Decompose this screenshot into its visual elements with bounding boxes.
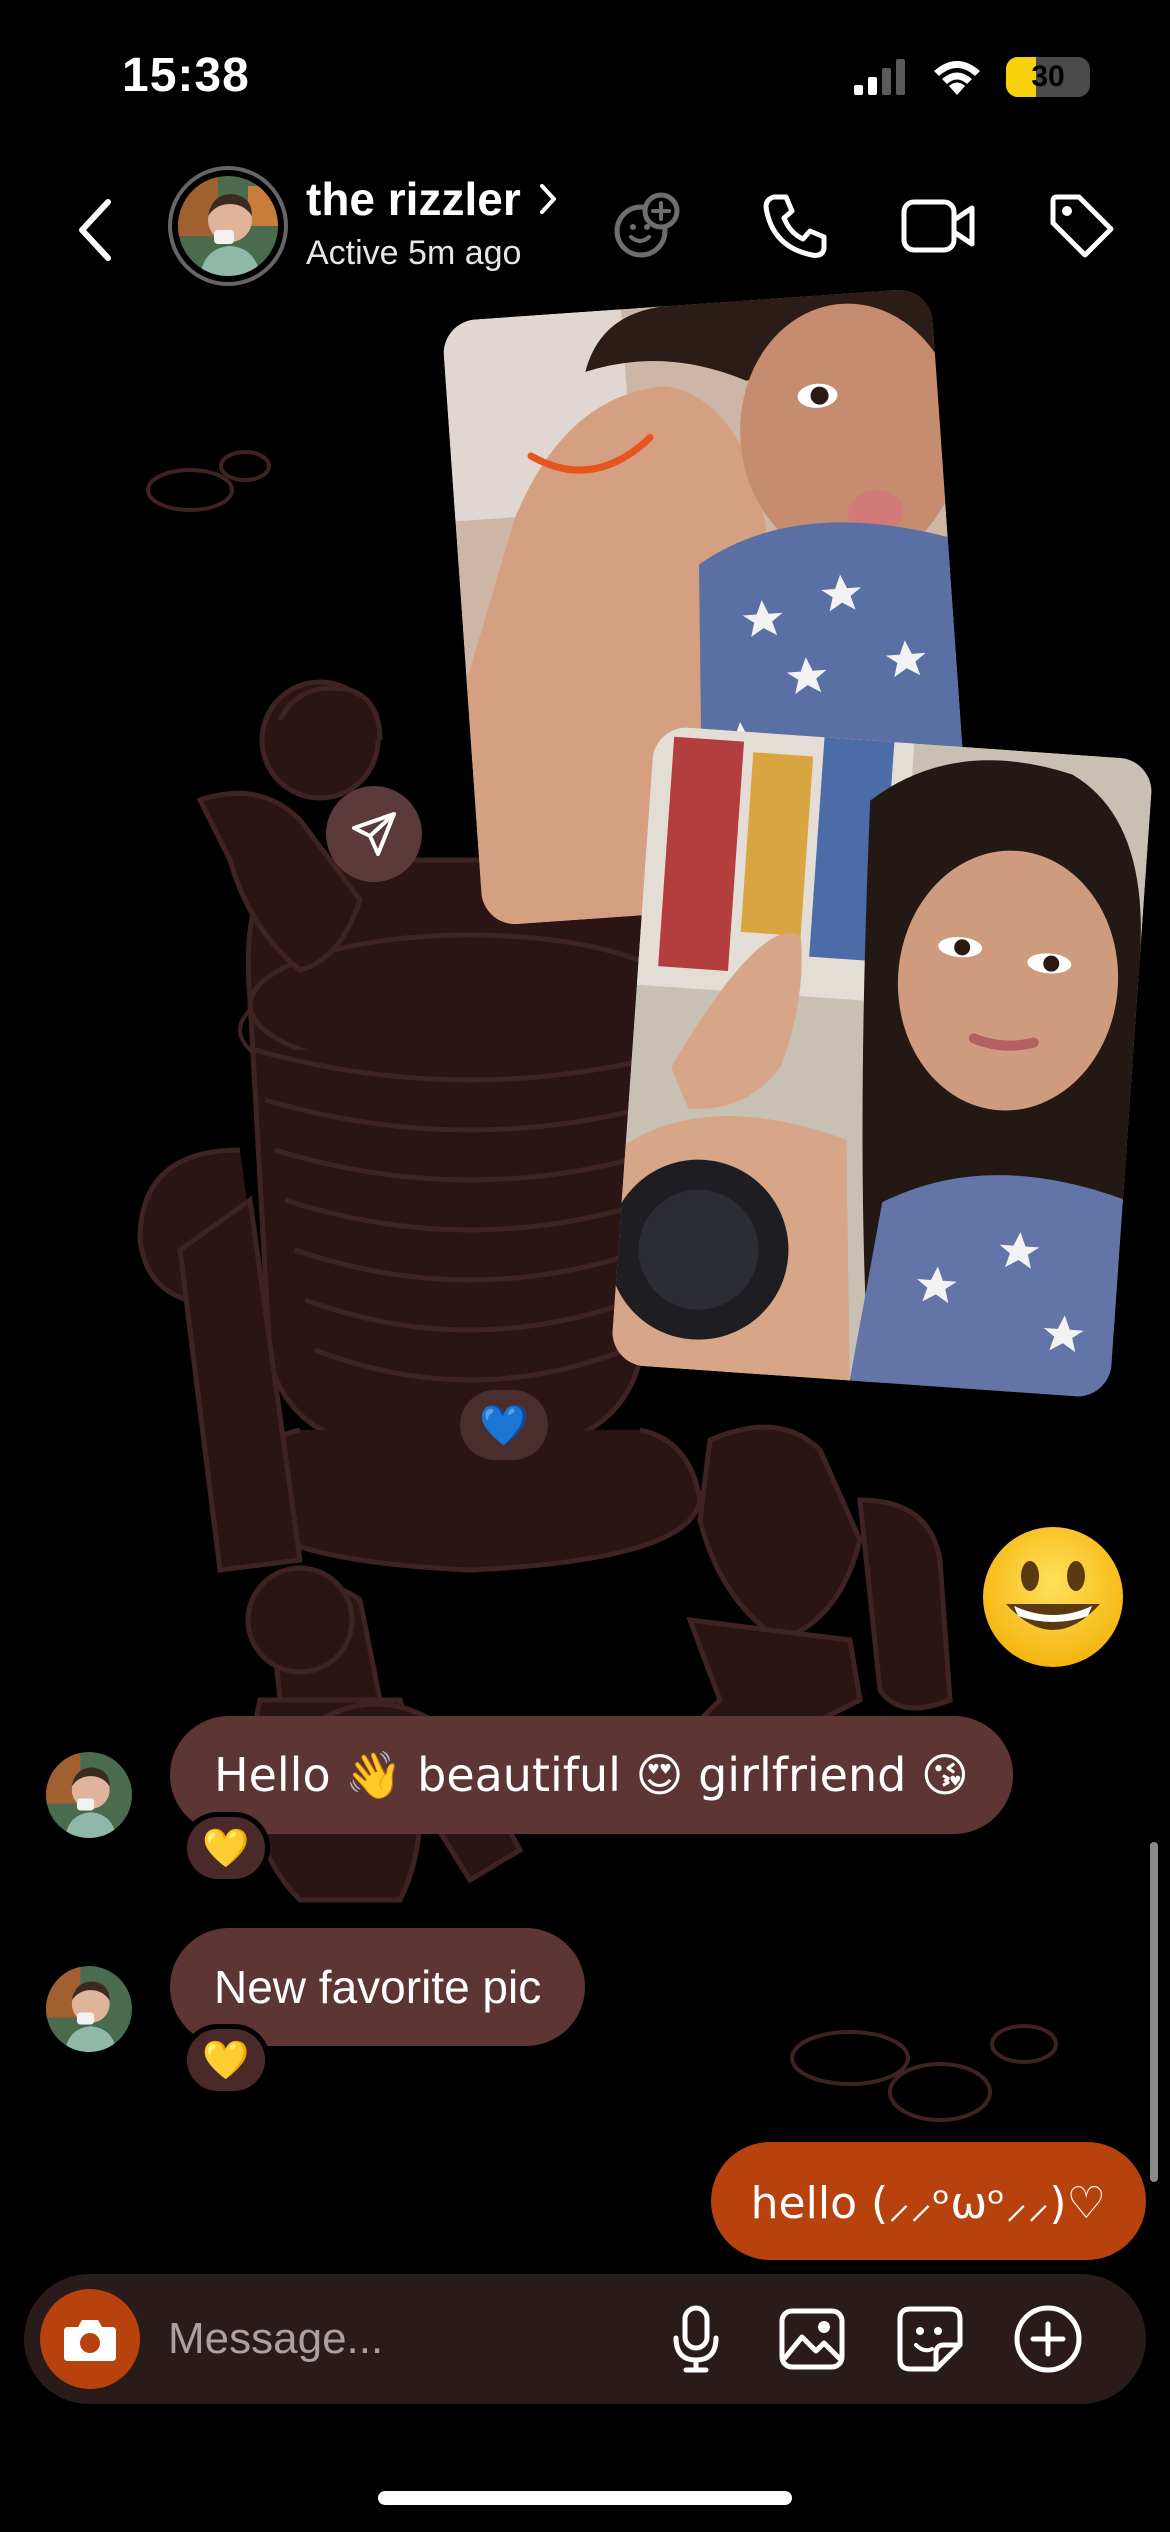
message-text: New favorite pic xyxy=(214,1961,542,2013)
more-options-button[interactable] xyxy=(1008,2299,1088,2379)
message-bubble-outgoing[interactable]: hello (⸝⸝ᵒωᵒ⸝⸝)♡ xyxy=(710,2142,1146,2260)
tag-button[interactable] xyxy=(1042,186,1122,266)
message-bubble[interactable]: Hello 👋 beautiful 😍 girlfriend 😘 xyxy=(170,1716,1013,1834)
contact-name[interactable]: the rizzler xyxy=(306,172,557,226)
message-reaction[interactable]: 💛 xyxy=(182,1812,270,1884)
contact-avatar[interactable] xyxy=(168,166,288,286)
voice-message-button[interactable] xyxy=(656,2299,736,2379)
contact-name-text: the rizzler xyxy=(306,173,521,225)
yellow-heart-emoji: 💛 xyxy=(202,1825,250,1870)
chat-header: the rizzler Active 5m ago xyxy=(0,150,1170,300)
yellow-heart-emoji: 💛 xyxy=(202,2037,250,2082)
effects-button[interactable] xyxy=(606,186,686,266)
avatar-photo xyxy=(46,1966,132,2052)
send-paper-plane-icon xyxy=(352,812,396,856)
plus-circle-icon xyxy=(1014,2305,1082,2373)
sticker-icon xyxy=(897,2306,963,2372)
chevron-right-icon xyxy=(539,184,556,214)
wifi-icon xyxy=(934,61,980,95)
grinning-face-sticker[interactable] xyxy=(980,1524,1126,1670)
video-call-button[interactable] xyxy=(898,186,978,266)
photo-image-2 xyxy=(610,725,1154,1399)
effects-face-plus-icon xyxy=(614,192,680,258)
phone-icon xyxy=(763,194,827,258)
battery-level: 30 xyxy=(1031,60,1065,93)
sender-avatar[interactable] xyxy=(46,1966,132,2052)
sticker-button[interactable] xyxy=(890,2299,970,2379)
scrollbar[interactable] xyxy=(1150,1842,1158,2182)
sender-avatar[interactable] xyxy=(46,1752,132,1838)
avatar-photo xyxy=(178,176,278,276)
cellular-signal-icon xyxy=(854,59,905,95)
camera-button[interactable] xyxy=(40,2289,140,2389)
status-bar: 15:38 30 xyxy=(0,0,1170,150)
message-composer xyxy=(24,2274,1146,2404)
message-text: hello (⸝⸝ᵒωᵒ⸝⸝)♡ xyxy=(750,2178,1106,2229)
gallery-button[interactable] xyxy=(772,2299,852,2379)
status-time: 15:38 xyxy=(122,49,250,102)
battery-indicator: 30 xyxy=(1006,57,1090,97)
video-camera-icon xyxy=(901,199,975,253)
message-reaction[interactable]: 💛 xyxy=(182,2024,270,2096)
contact-active-status: Active 5m ago xyxy=(306,234,522,272)
back-chevron-icon xyxy=(79,199,111,261)
home-indicator[interactable] xyxy=(378,2491,792,2505)
microphone-icon xyxy=(673,2305,719,2373)
back-button[interactable] xyxy=(64,192,124,268)
message-text: Hello 👋 beautiful 😍 girlfriend 😘 xyxy=(214,1747,969,1802)
photo-reaction[interactable]: 💙 xyxy=(460,1390,548,1460)
audio-call-button[interactable] xyxy=(755,186,835,266)
share-photo-button[interactable] xyxy=(326,786,422,882)
status-icons: 30 xyxy=(852,52,1090,102)
camera-icon xyxy=(64,2320,116,2361)
avatar-photo xyxy=(46,1752,132,1838)
shared-photo-2[interactable] xyxy=(610,725,1154,1399)
tag-icon xyxy=(1050,194,1114,258)
gallery-icon xyxy=(779,2308,845,2370)
blue-heart-emoji: 💙 xyxy=(479,1402,529,1449)
message-input[interactable] xyxy=(168,2304,638,2374)
